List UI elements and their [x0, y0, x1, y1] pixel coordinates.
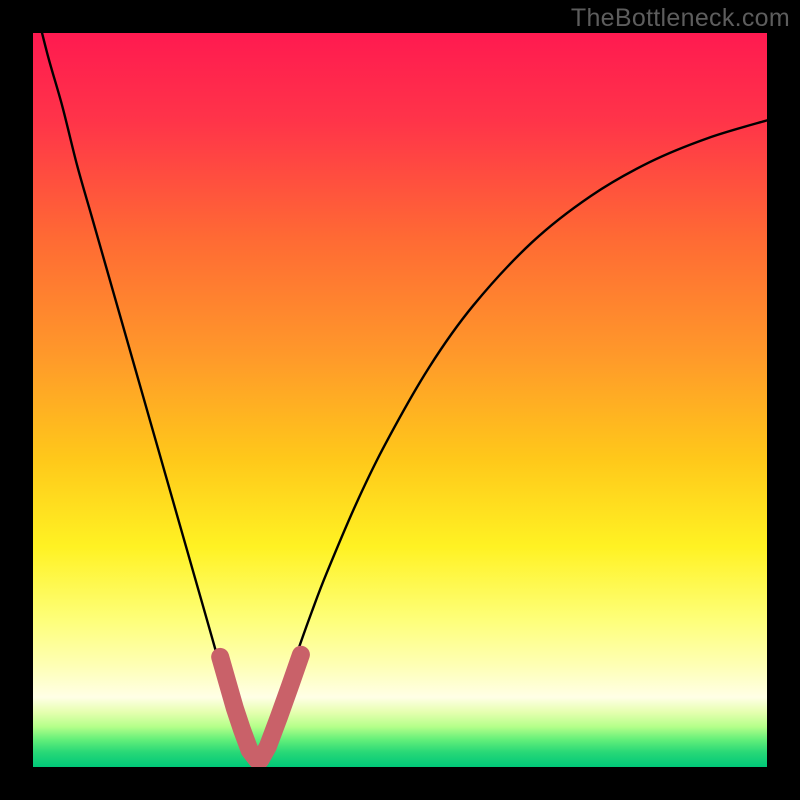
chart-svg — [33, 33, 767, 767]
plot-area — [33, 33, 767, 767]
chart-frame: TheBottleneck.com — [0, 0, 800, 800]
watermark-text: TheBottleneck.com — [571, 4, 790, 33]
